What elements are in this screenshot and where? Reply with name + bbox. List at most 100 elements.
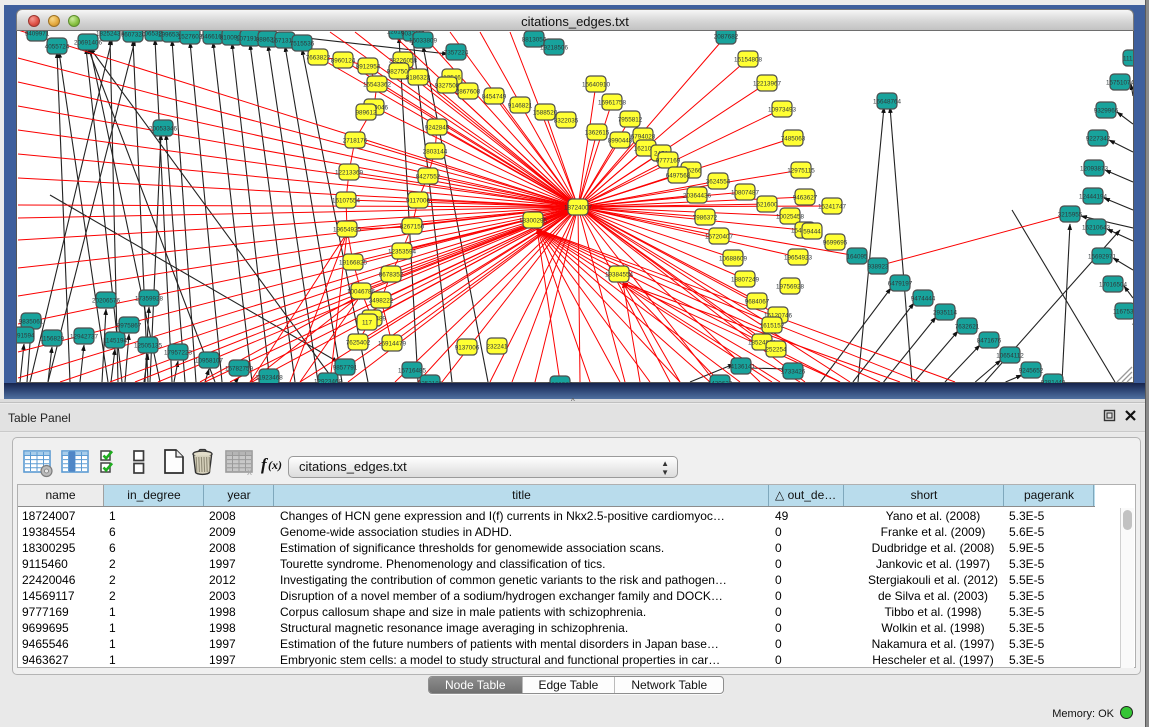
svg-text:111233: 111233	[1123, 56, 1133, 63]
svg-text:19654923: 19654923	[784, 255, 813, 262]
svg-text:12444194: 12444194	[1079, 194, 1108, 201]
svg-text:15640910: 15640910	[582, 82, 611, 89]
svg-text:16961758: 16961758	[598, 100, 627, 107]
svg-text:9242845: 9242845	[425, 125, 450, 132]
svg-text:10654112: 10654112	[996, 353, 1024, 360]
svg-text:9227342: 9227342	[1086, 136, 1111, 143]
svg-text:8912954: 8912954	[356, 64, 381, 71]
svg-text:15720407: 15720407	[705, 234, 734, 241]
svg-text:15241747: 15241747	[818, 204, 847, 211]
svg-text:17359928: 17359928	[135, 296, 164, 303]
svg-text:8267150: 8267150	[400, 224, 425, 231]
svg-text:1145194: 1145194	[103, 338, 128, 345]
svg-text:6479197: 6479197	[888, 281, 913, 288]
svg-text:10973493: 10973493	[768, 107, 797, 114]
svg-text:8427552: 8427552	[416, 174, 441, 181]
svg-text:8960124: 8960124	[331, 58, 356, 65]
svg-text:7663822: 7663822	[306, 55, 331, 62]
svg-text:1362615: 1362615	[585, 130, 610, 137]
svg-text:7986372: 7986372	[693, 215, 718, 222]
svg-text:8454749: 8454749	[482, 94, 507, 101]
svg-text:9684067: 9684067	[745, 299, 770, 306]
svg-text:14136141: 14136141	[727, 364, 756, 371]
svg-text:9463627: 9463627	[793, 195, 818, 202]
svg-text:7632621: 7632621	[955, 324, 980, 331]
svg-text:8813054: 8813054	[522, 37, 547, 44]
svg-text:10688609: 10688609	[719, 256, 748, 263]
svg-text:3215955: 3215955	[1058, 212, 1083, 219]
svg-text:12505135: 12505135	[134, 343, 163, 350]
svg-text:232241: 232241	[486, 344, 508, 351]
svg-text:20053346: 20053346	[149, 126, 178, 133]
svg-text:12975115: 12975115	[787, 168, 815, 175]
svg-text:16154808: 16154808	[734, 57, 763, 64]
svg-text:12213369: 12213369	[335, 170, 364, 177]
svg-text:16210643: 16210643	[1082, 225, 1111, 232]
svg-text:9245652: 9245652	[1019, 368, 1044, 375]
svg-text:12353594: 12353594	[388, 249, 417, 256]
svg-text:15751074: 15751074	[1106, 80, 1133, 87]
svg-text:9699695: 9699695	[823, 240, 848, 247]
svg-text:9146821: 9146821	[508, 103, 533, 110]
svg-text:2718176: 2718176	[343, 138, 368, 145]
svg-text:1615152: 1615152	[760, 323, 785, 330]
svg-text:x: x	[247, 467, 252, 478]
svg-text:20206576: 20206576	[92, 298, 121, 305]
svg-text:9409971: 9409971	[25, 31, 50, 38]
svg-text:18300295: 18300295	[519, 218, 548, 225]
svg-text:19166825: 19166825	[339, 260, 368, 267]
svg-text:252254: 252254	[765, 347, 787, 354]
svg-text:3624554: 3624554	[706, 179, 731, 186]
svg-text:11923468: 11923468	[255, 375, 283, 382]
svg-text:938923: 938923	[867, 264, 889, 271]
svg-text:391594: 391594	[17, 333, 35, 340]
svg-text:9117006: 9117006	[406, 198, 431, 205]
svg-text:2803144: 2803144	[423, 149, 448, 156]
svg-text:9777169: 9777169	[656, 158, 681, 165]
svg-text:19218506: 19218506	[540, 45, 569, 52]
svg-text:12942737: 12942737	[70, 334, 99, 341]
svg-text:1167533: 1167533	[1113, 309, 1133, 316]
svg-text:17957223: 17957223	[164, 350, 193, 357]
svg-text:621600: 621600	[756, 202, 778, 209]
svg-text:7485063: 7485063	[781, 136, 806, 143]
svg-text:2935114: 2935114	[933, 310, 958, 317]
svg-text:7357224: 7357224	[444, 50, 469, 57]
svg-text:3498222: 3498222	[369, 298, 394, 305]
svg-text:6497568: 6497568	[666, 173, 691, 180]
svg-text:9329966: 9329966	[1094, 108, 1119, 115]
svg-text:17016504: 17016504	[1099, 282, 1128, 289]
svg-text:10958107: 10958107	[195, 358, 224, 365]
svg-text:164095: 164095	[846, 254, 868, 261]
svg-text:16543362: 16543362	[363, 82, 392, 89]
svg-text:9474444: 9474444	[911, 296, 936, 303]
svg-text:18807249: 18807249	[731, 277, 760, 284]
svg-text:16107554: 16107554	[332, 198, 361, 205]
svg-text:8186323: 8186323	[406, 75, 431, 82]
svg-text:1733426: 1733426	[781, 369, 806, 376]
svg-text:8678352: 8678352	[379, 272, 404, 279]
svg-text:1588520: 1588520	[533, 110, 558, 117]
svg-text:16648764: 16648764	[873, 99, 902, 106]
svg-text:2867608: 2867608	[456, 89, 481, 96]
svg-text:15692971: 15692971	[1088, 254, 1117, 261]
svg-text:12093873: 12093873	[1080, 166, 1109, 173]
svg-text:8990448: 8990448	[608, 138, 633, 145]
svg-text:59444: 59444	[803, 229, 821, 236]
svg-text:7955812: 7955812	[618, 117, 643, 124]
svg-text:10025458: 10025458	[776, 214, 805, 221]
svg-text:19654925: 19654925	[333, 227, 362, 234]
svg-text:16033809: 16033809	[409, 38, 438, 45]
svg-text:7515536: 7515536	[290, 41, 315, 48]
svg-text:16782759: 16782759	[225, 366, 254, 373]
svg-text:10807487: 10807487	[731, 190, 760, 197]
svg-text:19756928: 19756928	[776, 284, 805, 291]
svg-text:20364436: 20364436	[683, 193, 712, 200]
svg-text:18724007: 18724007	[564, 205, 593, 212]
svg-text:8322035: 8322035	[554, 118, 579, 125]
svg-text:9857791: 9857791	[333, 365, 358, 372]
svg-text:2087682: 2087682	[714, 34, 739, 41]
svg-text:4055724: 4055724	[45, 44, 70, 51]
svg-text:(x): (x)	[268, 458, 282, 472]
svg-text:1156829: 1156829	[40, 336, 65, 343]
